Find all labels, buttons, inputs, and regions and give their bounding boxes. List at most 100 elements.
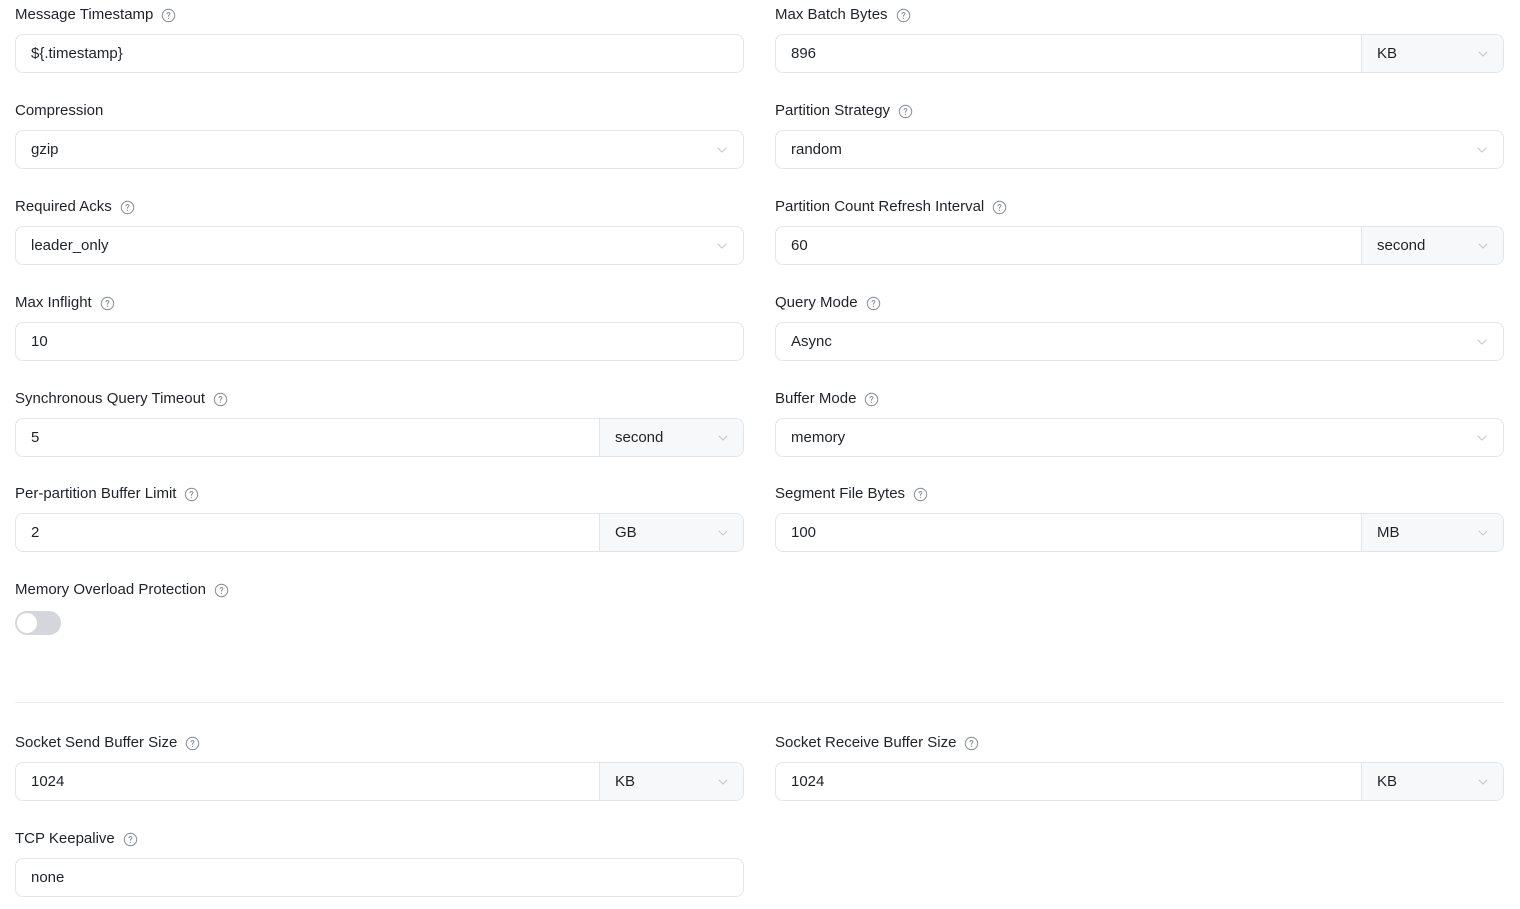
toggle-memory-overload-protection[interactable] <box>15 611 61 635</box>
unit-select-partition-count-refresh-interval[interactable]: second <box>1361 227 1503 264</box>
control-partition-strategy: random <box>775 130 1504 169</box>
help-circle-icon[interactable] <box>123 832 138 847</box>
control-required-acks: leader_only <box>15 226 744 265</box>
select-required-acks[interactable]: leader_only <box>16 227 743 264</box>
label-text: TCP Keepalive <box>15 830 115 847</box>
control-compression: gzip <box>15 130 744 169</box>
field-memory-overload-protection: Memory Overload Protection <box>15 580 744 635</box>
field-partition-count-refresh-interval: Partition Count Refresh Interval 60 second <box>775 197 1504 265</box>
help-circle-icon[interactable] <box>864 392 879 407</box>
label-segment-file-bytes: Segment File Bytes <box>775 484 1504 504</box>
control-tcp-keepalive: none <box>15 858 744 897</box>
label-text: Required Acks <box>15 198 112 215</box>
help-circle-icon[interactable] <box>866 296 881 311</box>
help-circle-icon[interactable] <box>896 8 911 23</box>
field-segment-file-bytes: Segment File Bytes 100 MB <box>775 484 1504 552</box>
input-max-batch-bytes[interactable]: 896 <box>776 35 1361 72</box>
unit-value: KB <box>1377 45 1398 62</box>
input-message-timestamp[interactable]: ${.timestamp} <box>16 35 743 72</box>
unit-value: second <box>615 429 664 446</box>
label-text: Per-partition Buffer Limit <box>15 485 177 502</box>
select-partition-strategy[interactable]: random <box>776 131 1503 168</box>
label-text: Partition Count Refresh Interval <box>775 198 985 215</box>
label-compression: Compression <box>15 101 744 121</box>
label-text: Compression <box>15 102 104 119</box>
input-tcp-keepalive[interactable]: none <box>16 859 743 896</box>
chevron-down-icon <box>1476 239 1490 253</box>
chevron-down-icon <box>1476 47 1490 61</box>
help-circle-icon[interactable] <box>213 392 228 407</box>
label-text: Query Mode <box>775 294 858 311</box>
control-socket-receive-buffer-size: 1024 KB <box>775 762 1504 801</box>
control-per-partition-buffer-limit: 2 GB <box>15 513 744 552</box>
field-max-batch-bytes: Max Batch Bytes 896 KB <box>775 5 1504 73</box>
chevron-down-icon <box>1476 775 1490 789</box>
label-max-batch-bytes: Max Batch Bytes <box>775 5 1504 25</box>
label-per-partition-buffer-limit: Per-partition Buffer Limit <box>15 484 744 504</box>
field-max-inflight: Max Inflight 10 <box>15 293 744 361</box>
help-circle-icon[interactable] <box>161 8 176 23</box>
label-text: Buffer Mode <box>775 390 857 407</box>
unit-value: GB <box>615 524 637 541</box>
unit-value: KB <box>615 773 636 790</box>
field-compression: Compression gzip <box>15 101 744 169</box>
field-per-partition-buffer-limit: Per-partition Buffer Limit 2 GB <box>15 484 744 552</box>
help-circle-icon[interactable] <box>992 200 1007 215</box>
label-partition-count-refresh-interval: Partition Count Refresh Interval <box>775 197 1504 217</box>
unit-select-socket-send-buffer-size[interactable]: KB <box>599 763 743 800</box>
unit-value: second <box>1377 237 1426 254</box>
select-query-mode[interactable]: Async <box>776 323 1503 360</box>
help-circle-icon[interactable] <box>913 487 928 502</box>
unit-select-synchronous-query-timeout[interactable]: second <box>599 419 743 456</box>
help-circle-icon[interactable] <box>100 296 115 311</box>
select-compression[interactable]: gzip <box>16 131 743 168</box>
label-message-timestamp: Message Timestamp <box>15 5 744 25</box>
label-text: Max Inflight <box>15 294 92 311</box>
unit-value: MB <box>1377 524 1400 541</box>
label-memory-overload-protection: Memory Overload Protection <box>15 580 744 600</box>
field-message-timestamp: Message Timestamp ${.timestamp} <box>15 5 744 73</box>
field-query-mode: Query Mode Async <box>775 293 1504 361</box>
input-synchronous-query-timeout[interactable]: 5 <box>16 419 599 456</box>
control-max-batch-bytes: 896 KB <box>775 34 1504 73</box>
help-circle-icon[interactable] <box>898 104 913 119</box>
control-segment-file-bytes: 100 MB <box>775 513 1504 552</box>
help-circle-icon[interactable] <box>185 736 200 751</box>
control-max-inflight: 10 <box>15 322 744 361</box>
label-text: Max Batch Bytes <box>775 6 888 23</box>
label-synchronous-query-timeout: Synchronous Query Timeout <box>15 389 744 409</box>
input-socket-receive-buffer-size[interactable]: 1024 <box>776 763 1361 800</box>
unit-select-max-batch-bytes[interactable]: KB <box>1361 35 1503 72</box>
help-circle-icon[interactable] <box>184 487 199 502</box>
label-tcp-keepalive: TCP Keepalive <box>15 829 744 849</box>
help-circle-icon[interactable] <box>964 736 979 751</box>
label-text: Synchronous Query Timeout <box>15 390 206 407</box>
unit-select-segment-file-bytes[interactable]: MB <box>1361 514 1503 551</box>
select-buffer-mode[interactable]: memory <box>776 419 1503 456</box>
label-socket-send-buffer-size: Socket Send Buffer Size <box>15 733 744 753</box>
label-max-inflight: Max Inflight <box>15 293 744 313</box>
control-message-timestamp: ${.timestamp} <box>15 34 744 73</box>
chevron-down-icon <box>716 526 730 540</box>
field-socket-send-buffer-size: Socket Send Buffer Size 1024 KB <box>15 733 744 801</box>
field-buffer-mode: Buffer Mode memory <box>775 389 1504 457</box>
field-synchronous-query-timeout: Synchronous Query Timeout 5 second <box>15 389 744 457</box>
label-text: Socket Receive Buffer Size <box>775 734 957 751</box>
help-circle-icon[interactable] <box>120 200 135 215</box>
input-segment-file-bytes[interactable]: 100 <box>776 514 1361 551</box>
label-text: Message Timestamp <box>15 6 154 23</box>
label-partition-strategy: Partition Strategy <box>775 101 1504 121</box>
input-partition-count-refresh-interval[interactable]: 60 <box>776 227 1361 264</box>
field-tcp-keepalive: TCP Keepalive none <box>15 829 744 897</box>
input-max-inflight[interactable]: 10 <box>16 323 743 360</box>
control-partition-count-refresh-interval: 60 second <box>775 226 1504 265</box>
control-query-mode: Async <box>775 322 1504 361</box>
label-text: Segment File Bytes <box>775 485 906 502</box>
field-required-acks: Required Acks leader_only <box>15 197 744 265</box>
unit-select-socket-receive-buffer-size[interactable]: KB <box>1361 763 1503 800</box>
unit-select-per-partition-buffer-limit[interactable]: GB <box>599 514 743 551</box>
input-socket-send-buffer-size[interactable]: 1024 <box>16 763 599 800</box>
help-circle-icon[interactable] <box>214 583 229 598</box>
input-per-partition-buffer-limit[interactable]: 2 <box>16 514 599 551</box>
control-buffer-mode: memory <box>775 418 1504 457</box>
